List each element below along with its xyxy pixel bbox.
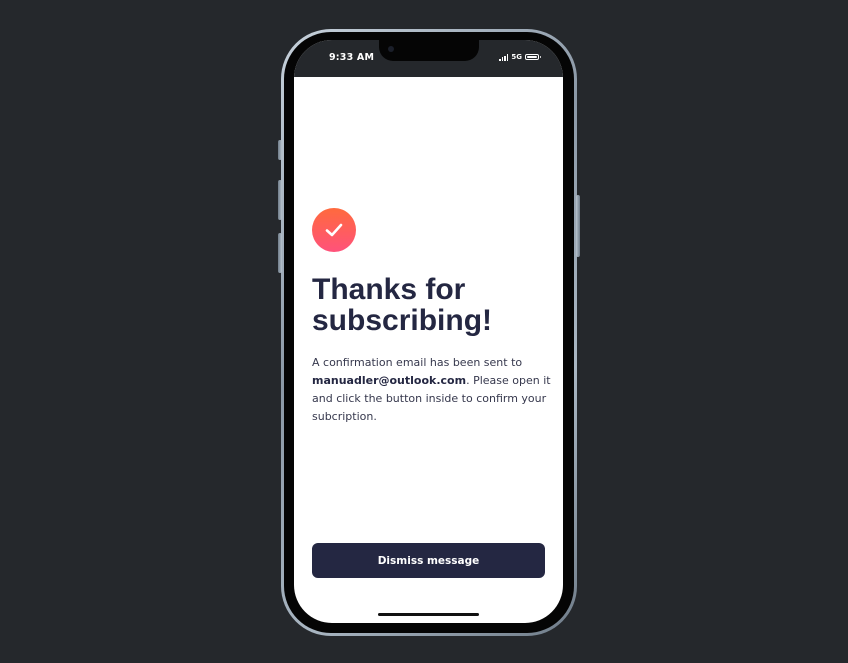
- status-time: 9:33 AM: [329, 52, 375, 63]
- dismiss-message-button[interactable]: Dismiss message: [312, 543, 545, 578]
- phone-silent-switch: [278, 140, 282, 160]
- phone-screen: 9:33 AM 5G Thanks for subscribing! A con…: [294, 40, 563, 623]
- page-background: 9:33 AM 5G Thanks for subscribing! A con…: [0, 0, 848, 663]
- phone-volume-up-button: [278, 180, 282, 220]
- phone-notch: [379, 40, 479, 61]
- home-indicator[interactable]: [378, 613, 479, 616]
- status-indicators: 5G: [499, 53, 541, 61]
- phone-power-button: [576, 195, 580, 257]
- message-prefix: A confirmation email has been sent to: [312, 356, 523, 369]
- status-bar: 9:33 AM 5G: [294, 40, 563, 77]
- phone-volume-down-button: [278, 233, 282, 273]
- page-title: Thanks for subscribing!: [312, 273, 493, 337]
- signal-icon: [499, 54, 509, 61]
- battery-icon: [525, 54, 541, 60]
- subscriber-email: manuadler@outlook.com: [312, 374, 467, 387]
- checkmark-icon: [325, 223, 343, 237]
- network-label: 5G: [511, 53, 522, 61]
- check-circle-icon: [312, 208, 356, 252]
- camera-icon: [388, 46, 394, 52]
- confirmation-message: A confirmation email has been sent to ma…: [312, 354, 552, 426]
